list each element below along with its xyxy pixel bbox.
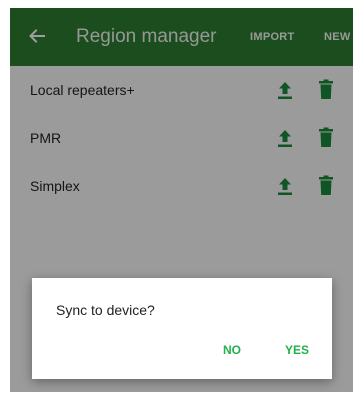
sync-dialog: Sync to device? NO YES [32,278,332,379]
app-screen: Region manager IMPORT NEW Local repeater… [10,8,353,392]
yes-button[interactable]: YES [285,342,309,358]
no-button[interactable]: NO [223,342,241,358]
dialog-message: Sync to device? [56,302,155,318]
